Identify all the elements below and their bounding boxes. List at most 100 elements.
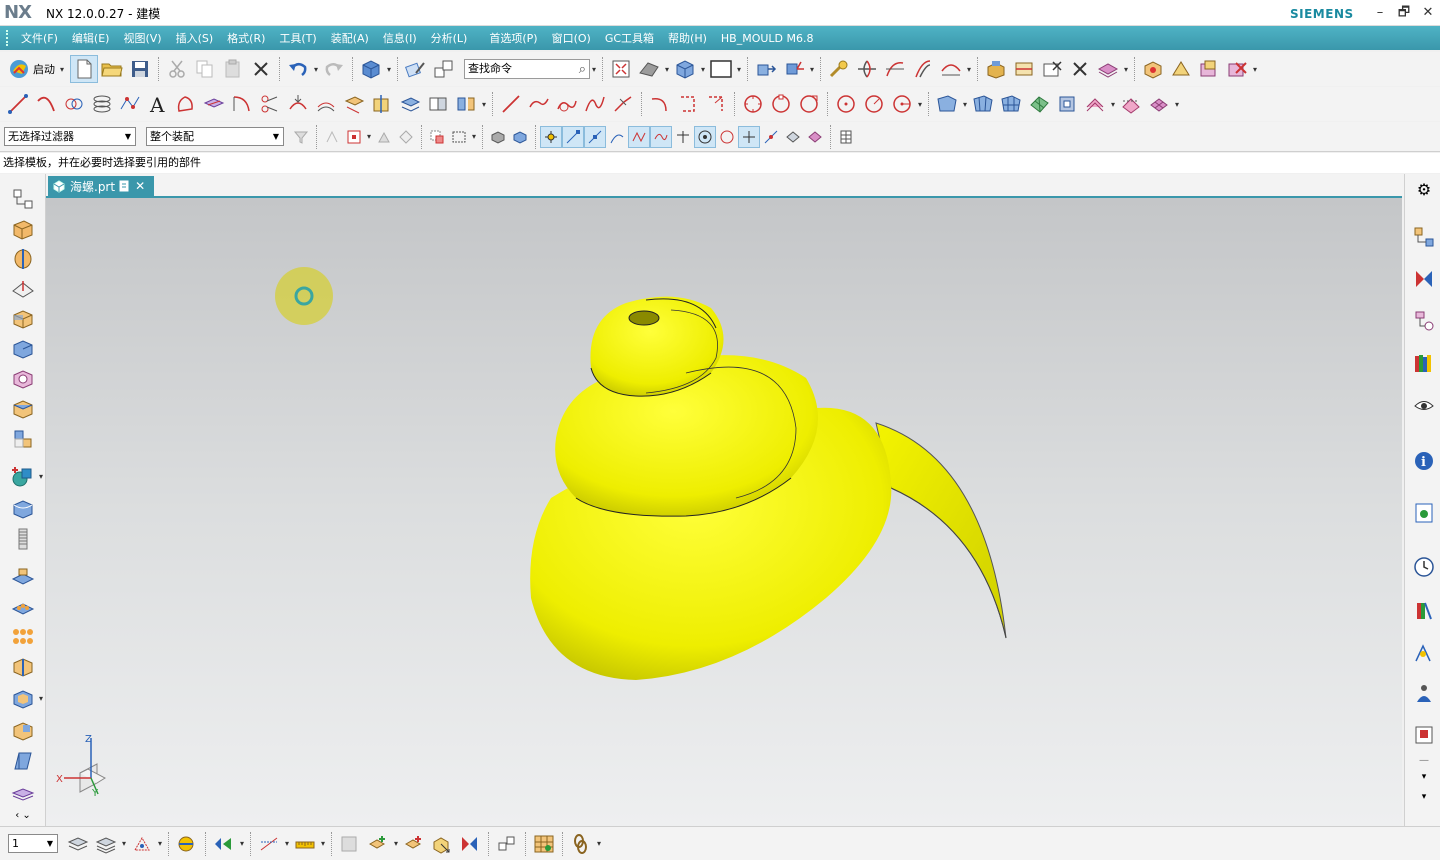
snap-point-on-face-button[interactable] <box>738 125 760 148</box>
arc-button[interactable] <box>32 90 60 118</box>
roles-tab[interactable] <box>1411 680 1437 706</box>
bridge-curve-button[interactable] <box>937 55 965 83</box>
show-hide-button[interactable] <box>430 55 458 83</box>
chevron-down-icon[interactable]: ▾ <box>1173 100 1181 109</box>
menu-preferences[interactable]: 首选项(P) <box>482 30 544 46</box>
type-filter-select[interactable]: 无选择过滤器 ▼ <box>4 127 136 146</box>
shell-button[interactable]: ▾ <box>9 686 43 712</box>
chevron-down-icon[interactable]: ▾ <box>961 100 969 109</box>
rectangle-select-button[interactable] <box>448 126 470 148</box>
resource-bar-expand[interactable]: ▾ <box>1411 790 1437 804</box>
edit-object-display-button[interactable] <box>402 55 430 83</box>
model-canvas[interactable]: Z X Y <box>46 198 1402 826</box>
assembly-navigator-button[interactable] <box>1139 55 1167 83</box>
sketch-circle-button[interactable] <box>553 90 581 118</box>
offset-face-button[interactable] <box>396 90 424 118</box>
assembly-navigator-tab[interactable] <box>1411 224 1437 250</box>
interpart-link-button[interactable] <box>567 830 595 858</box>
block-button[interactable] <box>9 306 37 332</box>
view-section-button[interactable] <box>173 830 201 858</box>
studio-surface-button[interactable] <box>997 90 1025 118</box>
chevron-down-icon[interactable]: ▾ <box>916 100 924 109</box>
menu-information[interactable]: 信息(I) <box>376 30 424 46</box>
chevron-down-icon[interactable]: ▾ <box>392 839 400 848</box>
chevron-down-icon[interactable]: ▾ <box>156 839 164 848</box>
extend-sheet-button[interactable] <box>1145 90 1173 118</box>
close-tab-icon[interactable]: ✕ <box>135 179 145 193</box>
paste-button[interactable] <box>219 55 247 83</box>
menu-insert[interactable]: 插入(S) <box>169 30 221 46</box>
arc-center-button[interactable] <box>860 90 888 118</box>
move-object-button[interactable] <box>752 55 780 83</box>
snap-existing-point-button[interactable] <box>672 126 694 148</box>
command-finder-input[interactable]: 查找命令 ⌕ <box>464 59 590 79</box>
add-component-tool-button[interactable] <box>364 830 392 858</box>
open-component-button[interactable] <box>336 830 364 858</box>
revolve-button[interactable] <box>9 246 37 272</box>
circle-center-button[interactable] <box>739 90 767 118</box>
split-body-button[interactable] <box>368 90 396 118</box>
process-studio-tab[interactable] <box>1411 640 1437 666</box>
trim-sheet-button[interactable] <box>1117 90 1145 118</box>
delete-feature-button[interactable] <box>1066 55 1094 83</box>
chamfer-curve-button[interactable] <box>674 90 702 118</box>
chevron-down-icon[interactable]: ▾ <box>735 65 743 74</box>
chevron-down-icon[interactable]: ▾ <box>663 65 671 74</box>
selection-scope-select[interactable]: 整个装配 ▼ <box>146 127 284 146</box>
isoparametric-curve-button[interactable] <box>312 90 340 118</box>
web-browser-tab[interactable] <box>1411 500 1437 526</box>
pattern-geometry-button[interactable] <box>9 624 37 650</box>
sew-button[interactable] <box>9 718 37 744</box>
menu-help[interactable]: 帮助(H) <box>661 30 714 46</box>
offset-curve-in-face-button[interactable] <box>172 90 200 118</box>
menu-assembly[interactable]: 装配(A) <box>324 30 376 46</box>
snap-curve-point-button[interactable] <box>650 125 672 148</box>
cylinder-button[interactable] <box>9 336 37 362</box>
add-component-button[interactable] <box>1195 55 1223 83</box>
redo-button[interactable] <box>320 55 348 83</box>
chevron-down-icon[interactable]: ▾ <box>965 65 973 74</box>
cone-button[interactable] <box>9 366 37 392</box>
expand-toolbar-button[interactable]: ‹ ⌄ <box>9 806 37 824</box>
line-button[interactable] <box>4 90 32 118</box>
resource-bar-settings-button[interactable]: ⚙ <box>1411 176 1437 202</box>
chevron-down-icon[interactable]: ▾ <box>365 132 373 141</box>
menu-edit[interactable]: 编辑(E) <box>65 30 117 46</box>
undo-button[interactable] <box>284 55 312 83</box>
chevron-down-icon[interactable]: ▾ <box>808 65 816 74</box>
offset-surface-button[interactable] <box>1081 90 1109 118</box>
circle-three-point-button[interactable] <box>767 90 795 118</box>
information-tab[interactable]: i <box>1411 448 1437 474</box>
n-sided-surface-button[interactable] <box>1025 90 1053 118</box>
offset-curve-button[interactable] <box>909 55 937 83</box>
start-button[interactable]: 启动 ▾ <box>4 55 70 83</box>
graphics-window[interactable]: Z X Y <box>46 196 1402 826</box>
draft-button[interactable] <box>9 748 37 774</box>
measure-button[interactable] <box>825 55 853 83</box>
menu-hb-mould[interactable]: HB_MOULD M6.8 <box>714 32 821 45</box>
emboss-button[interactable] <box>9 564 37 590</box>
chevron-down-icon[interactable]: ▾ <box>1251 65 1259 74</box>
measure-distance-button[interactable] <box>255 830 283 858</box>
chevron-down-icon[interactable]: ▾ <box>283 839 291 848</box>
chevron-down-icon[interactable]: ▾ <box>1109 100 1117 109</box>
fit-view-button[interactable] <box>607 55 635 83</box>
layer-settings-button[interactable] <box>64 830 92 858</box>
select-face-button[interactable] <box>395 126 417 148</box>
point-on-circle-button[interactable] <box>832 90 860 118</box>
through-curve-mesh-button[interactable] <box>969 90 997 118</box>
layer-settings-button[interactable] <box>1094 55 1122 83</box>
visualization-tab[interactable] <box>1411 392 1437 418</box>
sketch-spline-button[interactable] <box>581 90 609 118</box>
open-file-button[interactable] <box>98 55 126 83</box>
seashell-model[interactable] <box>530 296 1007 680</box>
sketch-arc-button[interactable] <box>525 90 553 118</box>
system-materials-tab[interactable] <box>1411 598 1437 624</box>
menu-window[interactable]: 窗口(O) <box>545 30 598 46</box>
close-button[interactable]: ✕ <box>1418 3 1438 23</box>
reuse-library-tab[interactable] <box>1411 350 1437 376</box>
mirror-feature-button[interactable] <box>452 90 480 118</box>
extrude-button[interactable] <box>9 216 37 242</box>
chevron-down-icon[interactable]: ▾ <box>238 839 246 848</box>
search-icon[interactable]: ⌕ <box>579 61 586 79</box>
